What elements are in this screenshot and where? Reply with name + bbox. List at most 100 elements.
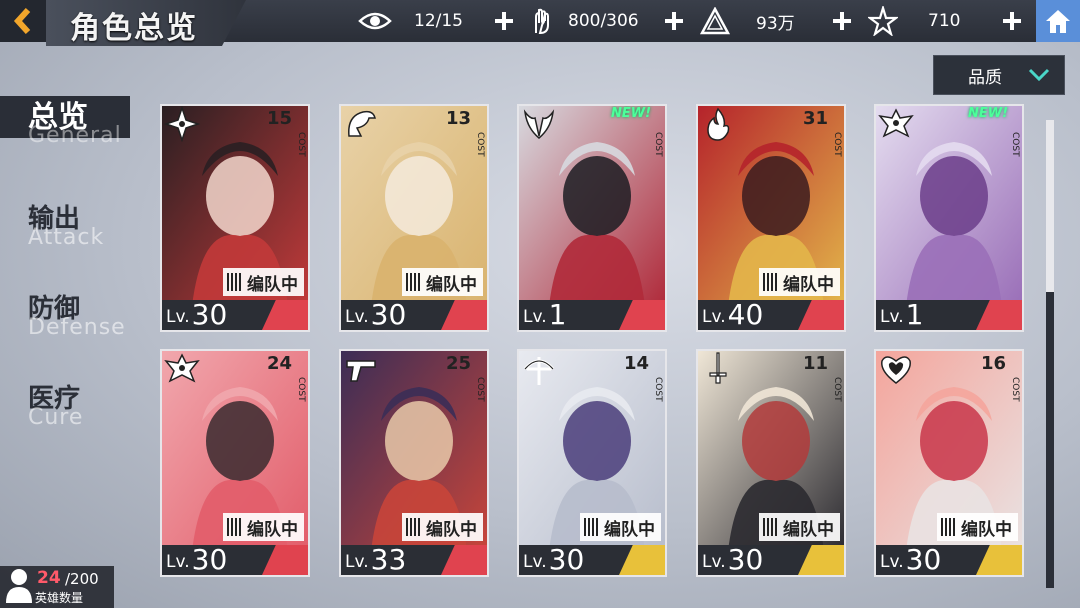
in-team-label: 编队中: [604, 519, 655, 540]
in-team-label: 编队中: [247, 274, 298, 295]
cost-value: 13: [445, 108, 471, 129]
character-card[interactable]: COST NEW! Lv. 1: [874, 104, 1024, 332]
barcode-icon: [763, 518, 779, 536]
character-card[interactable]: 14 COST 编队中 Lv. 30: [517, 349, 667, 577]
in-team-label: 编队中: [426, 274, 477, 295]
resource-stamina: 800/306: [530, 0, 639, 42]
in-team-label: 编队中: [247, 519, 298, 540]
cost-label: COST: [475, 377, 485, 402]
barcode-icon: [227, 273, 243, 291]
in-team-label: 编队中: [783, 519, 834, 540]
level-bar: Lv. 1: [876, 300, 1022, 330]
character-card[interactable]: 13 COST 编队中 Lv. 30: [339, 104, 489, 332]
rarity-stripe: [262, 300, 308, 330]
character-card[interactable]: 24 COST 编队中 Lv. 30: [160, 349, 310, 577]
add-gold-button[interactable]: [830, 9, 854, 33]
cost-label: COST: [296, 132, 306, 157]
character-card[interactable]: 16 COST 编队中 Lv. 30: [874, 349, 1024, 577]
level-value: 30: [370, 298, 407, 331]
cost-label: COST: [832, 377, 842, 402]
rarity-stripe: [798, 300, 844, 330]
level-prefix: Lv.: [880, 307, 904, 327]
shuriken-icon: [164, 106, 200, 142]
cost-value: 11: [802, 353, 828, 374]
person-icon: [6, 569, 32, 603]
barcode-icon: [763, 273, 779, 291]
character-card[interactable]: 31 COST 编队中 Lv. 40: [696, 104, 846, 332]
level-prefix: Lv.: [166, 552, 190, 572]
level-prefix: Lv.: [702, 307, 726, 327]
cost-value: 31: [802, 108, 828, 129]
cost-label: COST: [475, 132, 485, 157]
resource-gold-value: 93万: [756, 13, 795, 34]
in-team-tag: 编队中: [402, 513, 483, 541]
back-button[interactable]: [0, 0, 46, 42]
level-value: 40: [727, 298, 764, 331]
rarity-stripe: [262, 545, 308, 575]
level-bar: Lv. 30: [341, 300, 487, 330]
in-team-tag: 编队中: [223, 513, 304, 541]
cost-label: COST: [1010, 377, 1020, 402]
level-prefix: Lv.: [702, 552, 726, 572]
character-card[interactable]: 25 COST 编队中 Lv. 33: [339, 349, 489, 577]
level-value: 33: [370, 543, 407, 576]
in-team-tag: 编队中: [402, 268, 483, 296]
rarity-stripe: [798, 545, 844, 575]
in-team-tag: 编队中: [223, 268, 304, 296]
scrollbar-thumb[interactable]: [1046, 120, 1054, 292]
eye-icon: [358, 12, 392, 30]
home-icon: [1046, 10, 1070, 33]
rarity-stripe: [619, 545, 665, 575]
level-bar: Lv. 30: [698, 545, 844, 575]
rarity-stripe: [441, 300, 487, 330]
level-value: 30: [191, 543, 228, 576]
level-bar: Lv. 30: [162, 545, 308, 575]
level-bar: Lv. 30: [876, 545, 1022, 575]
resource-stamina-value: 800/306: [568, 11, 639, 31]
cost-label: COST: [296, 377, 306, 402]
heart-icon: [881, 356, 911, 384]
gold-pyramid-icon: [700, 7, 730, 35]
cost-label: COST: [832, 132, 842, 157]
sidebar-item-defense-sub: Defense: [28, 315, 126, 340]
in-team-tag: 编队中: [759, 268, 840, 296]
character-card[interactable]: COST NEW! Lv. 1: [517, 104, 667, 332]
dragon-icon: [348, 110, 376, 137]
add-crystal-button[interactable]: [1000, 9, 1024, 33]
character-card[interactable]: 11 COST 编队中 Lv. 30: [696, 349, 846, 577]
sidebar-item-attack-sub: Attack: [28, 225, 105, 250]
sword-icon: [709, 352, 727, 384]
sidebar-item-cure-sub: Cure: [28, 405, 84, 430]
home-button[interactable]: [1036, 0, 1080, 42]
cost-value: 25: [445, 353, 471, 374]
star-crystal-icon: [868, 6, 898, 36]
back-arrow-icon: [13, 8, 31, 34]
level-value: 30: [191, 298, 228, 331]
flame-icon: [707, 107, 730, 141]
cost-value: 16: [980, 353, 1006, 374]
quality-filter-dropdown[interactable]: 品质: [933, 55, 1065, 95]
resource-eye-value: 12/15: [414, 11, 463, 31]
character-card[interactable]: 15 COST 编队中 Lv. 30: [160, 104, 310, 332]
level-bar: Lv. 40: [698, 300, 844, 330]
cost-value: 14: [623, 353, 649, 374]
barcode-icon: [406, 273, 422, 291]
add-stamina-button[interactable]: [662, 9, 686, 33]
resource-crystal-value: 710: [928, 11, 961, 31]
barcode-icon: [584, 518, 600, 536]
cost-label: COST: [653, 377, 663, 402]
level-value: 30: [727, 543, 764, 576]
add-eye-button[interactable]: [492, 9, 516, 33]
barcode-icon: [227, 518, 243, 536]
level-prefix: Lv.: [345, 552, 369, 572]
new-badge: NEW!: [610, 106, 651, 121]
crossbow-icon: [523, 357, 555, 385]
barcode-icon: [406, 518, 422, 536]
level-bar: Lv. 1: [519, 300, 665, 330]
in-team-tag: 编队中: [759, 513, 840, 541]
page-title: 角色总览: [70, 11, 198, 46]
in-team-label: 编队中: [426, 519, 477, 540]
level-value: 30: [905, 543, 942, 576]
sidebar-item-general-sub: General: [28, 123, 122, 148]
chevron-down-icon: [1028, 68, 1050, 82]
